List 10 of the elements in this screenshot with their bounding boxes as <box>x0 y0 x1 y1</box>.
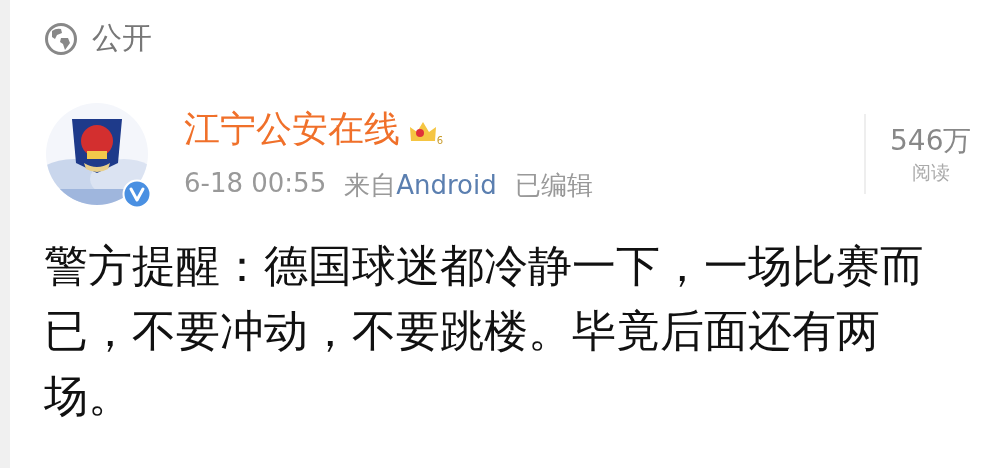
post-time: 6-18 00:55 <box>184 168 327 200</box>
visibility-label[interactable]: 公开 <box>92 18 152 59</box>
vip-crown-badge: 6 <box>408 114 442 145</box>
post-source: 来自Android <box>344 169 497 202</box>
globe-icon <box>44 21 78 56</box>
author-name[interactable]: 江宁公安在线 <box>184 105 400 154</box>
read-label: 阅读 <box>911 160 950 185</box>
post-text: 警方提醒：德国球迷都冷静一下，一场比赛而已，不要冲动，不要跳楼。毕竟后面还有两场。 <box>44 239 925 423</box>
read-count: 546万 <box>890 123 972 159</box>
edited-label: 已编辑 <box>514 169 593 202</box>
